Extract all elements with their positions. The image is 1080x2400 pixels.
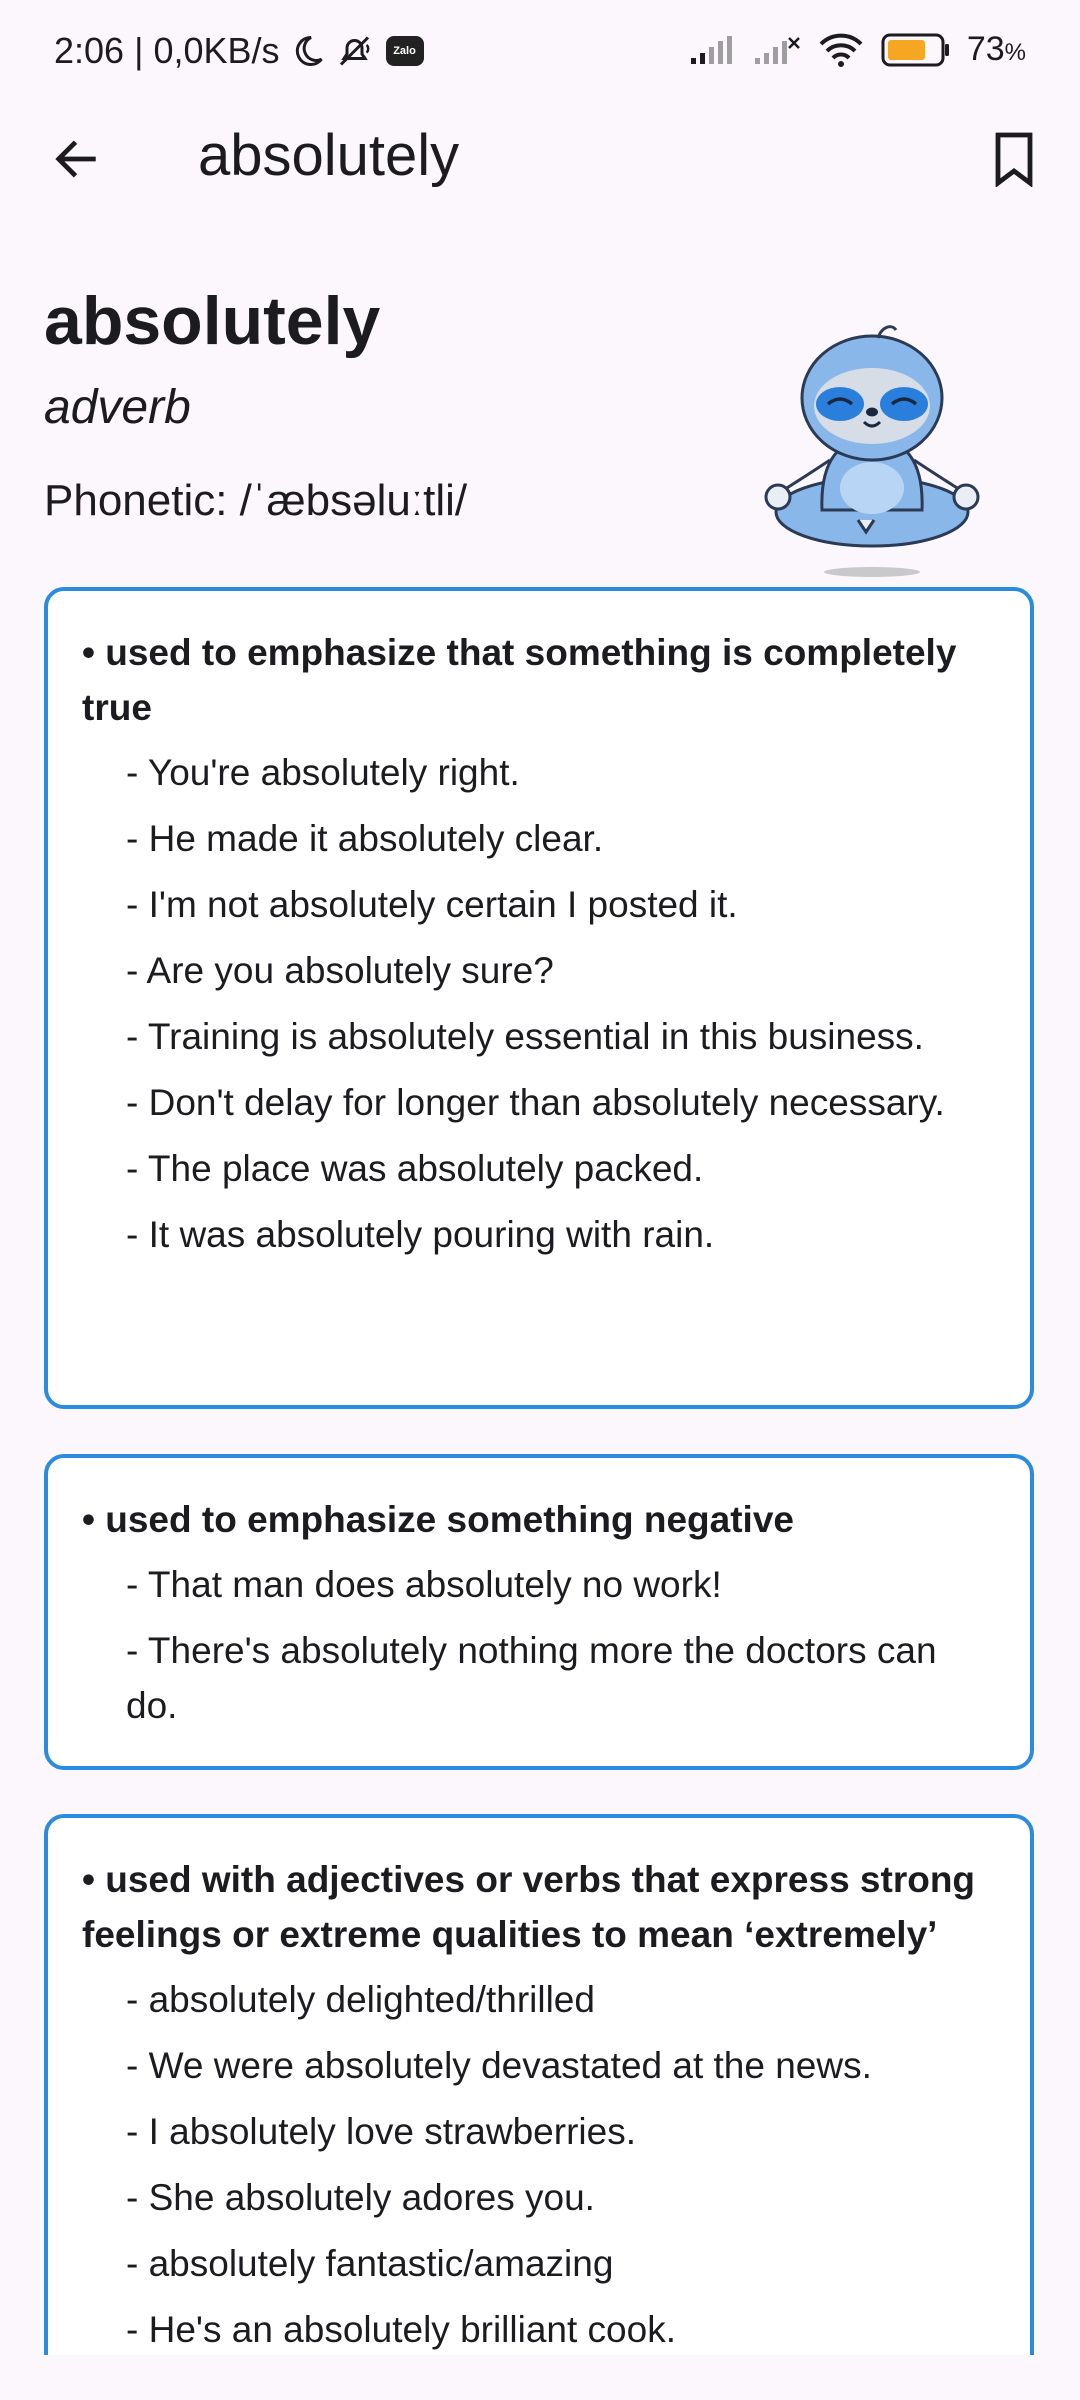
sense-definition: • used to emphasize that something is co… xyxy=(82,632,957,728)
sense-card: • used to emphasize something negative -… xyxy=(44,1454,1034,1770)
headword: absolutely xyxy=(44,283,381,359)
scroll-content[interactable]: absolutely adverb Phonetic: /ˈæbsəluːtli… xyxy=(0,0,1080,2355)
part-of-speech: adverb xyxy=(44,381,191,434)
example-sentence: - We were absolutely devastated at the n… xyxy=(126,2045,872,2086)
example-sentence: - You're absolutely right. xyxy=(126,752,520,793)
sense-card: • used to emphasize that something is co… xyxy=(44,587,1034,1409)
example-sentence: - absolutely delighted/thrilled xyxy=(126,1979,595,2020)
example-sentence: - That man does absolutely no work! xyxy=(126,1564,722,1605)
example-sentence: - There's absolutely nothing more the do… xyxy=(126,1630,937,1726)
sense-definition: • used with adjectives or verbs that exp… xyxy=(82,1859,976,1955)
example-sentence: - It was absolutely pouring with rain. xyxy=(126,1214,715,1255)
example-sentence: - I'm not absolutely certain I posted it… xyxy=(126,884,738,925)
example-sentence: - Training is absolutely essential in th… xyxy=(126,1016,924,1057)
example-sentence: - I absolutely love strawberries. xyxy=(126,2111,636,2152)
sense-card: • used with adjectives or verbs that exp… xyxy=(44,1814,1034,2355)
sloth-meditating-icon xyxy=(760,320,980,580)
sense-definition: • used to emphasize something negative xyxy=(82,1499,794,1540)
example-sentence: - He's an absolutely brilliant cook. xyxy=(126,2309,676,2350)
example-sentence: - He made it absolutely clear. xyxy=(126,818,604,859)
example-sentence: - absolutely fantastic/amazing xyxy=(126,2243,614,2284)
phonetic: Phonetic: /ˈæbsəluːtli/ xyxy=(44,476,468,525)
example-sentence: - The place was absolutely packed. xyxy=(126,1148,704,1189)
example-sentence: - Don't delay for longer than absolutely… xyxy=(126,1082,945,1123)
example-sentence: - Are you absolutely sure? xyxy=(126,950,554,991)
example-sentence: - She absolutely adores you. xyxy=(126,2177,595,2218)
